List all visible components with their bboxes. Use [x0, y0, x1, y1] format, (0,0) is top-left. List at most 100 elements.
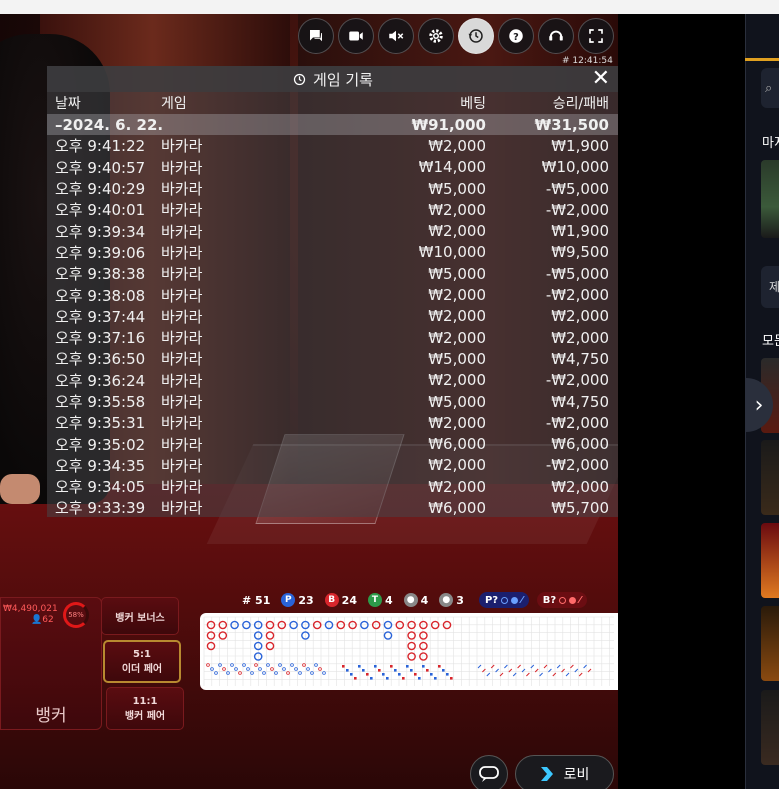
derived-road-mark [214, 671, 218, 675]
history-title: 게임 기록 [313, 70, 373, 89]
history-row[interactable]: 오후 9:38:38 바카라 ₩5,000 -₩5,000 [47, 263, 618, 284]
row-game: 바카라 [161, 393, 203, 411]
history-row[interactable]: 오후 9:37:16 바카라 ₩2,000 ₩2,000 [47, 327, 618, 348]
derived-road-mark [526, 672, 530, 677]
row-bet: ₩2,000 [428, 456, 486, 475]
history-row[interactable]: 오후 9:40:01 바카라 ₩2,000 -₩2,000 [47, 199, 618, 220]
row-winloss: -₩5,000 [545, 179, 609, 198]
banker-predict-button[interactable]: B? ⁄ [536, 592, 587, 608]
history-row[interactable]: 오후 9:40:29 바카라 ₩5,000 -₩5,000 [47, 178, 618, 199]
row-winloss: ₩5,700 [551, 498, 609, 517]
banker-bonus-bet[interactable]: 뱅커 보너스 [101, 597, 179, 635]
derived-road-mark [222, 667, 226, 671]
derived-road-mark [477, 664, 482, 669]
game-thumbnail[interactable] [761, 690, 779, 765]
history-row[interactable]: 오후 9:39:06 바카라 ₩10,000 ₩9,500 [47, 242, 618, 263]
close-icon[interactable]: ✕ [592, 68, 610, 90]
road-bead [253, 641, 263, 651]
history-header: 게임 기록 ✕ [47, 66, 618, 92]
history-row[interactable]: 오후 9:35:58 바카라 ₩5,000 ₩4,750 [47, 391, 618, 412]
row-winloss: ₩4,750 [551, 392, 609, 411]
row-bet: ₩2,000 [428, 136, 486, 155]
row-bet: ₩2,000 [428, 477, 486, 496]
road-scoreboard[interactable] [200, 613, 618, 690]
game-thumbnail[interactable] [761, 523, 779, 598]
dealer-arm [0, 474, 40, 504]
history-row[interactable]: 오후 9:36:50 바카라 ₩5,000 ₩4,750 [47, 348, 618, 369]
derived-road-mark [342, 665, 345, 668]
banker-bet-spot[interactable]: ₩4,490,021 👤62 58% 뱅커 [0, 597, 102, 730]
chat-button[interactable] [298, 18, 334, 54]
fullscreen-button[interactable] [578, 18, 614, 54]
banker-total-bet: ₩4,490,021 [3, 604, 58, 614]
support-button[interactable] [538, 18, 574, 54]
chat-toggle-button[interactable] [470, 755, 508, 789]
row-winloss: -₩2,000 [545, 200, 609, 219]
settings-button[interactable] [418, 18, 454, 54]
game-thumbnail[interactable] [761, 440, 779, 515]
video-button[interactable] [338, 18, 374, 54]
summary-bet: ₩91,000 [411, 115, 486, 134]
derived-road-mark [414, 673, 417, 676]
row-time: 오후 9:37:16 [55, 329, 146, 348]
derived-road-mark [450, 677, 453, 680]
history-row[interactable]: 오후 9:35:02 바카라 ₩6,000 ₩6,000 [47, 433, 618, 454]
player-badge: P [281, 593, 296, 607]
derived-road-mark [406, 665, 409, 668]
row-bet: ₩10,000 [418, 243, 486, 262]
row-winloss: ₩10,000 [541, 158, 609, 177]
derived-road-mark [350, 673, 353, 676]
history-row[interactable]: 오후 9:37:44 바카라 ₩2,000 ₩2,000 [47, 306, 618, 327]
banker-bonus-label: 뱅커 보너스 [115, 612, 165, 624]
browser-top-strip [0, 0, 779, 14]
predict-slash: ⁄ [521, 594, 523, 606]
help-button[interactable]: ? [498, 18, 534, 54]
player-predict-button[interactable]: P? ⁄ [478, 592, 529, 608]
derived-road-mark [539, 672, 543, 677]
row-winloss: ₩4,750 [551, 349, 609, 368]
derived-road-mark [438, 665, 441, 668]
derived-road-mark [446, 673, 449, 676]
row-game: 바카라 [161, 180, 203, 199]
side-filter-button[interactable]: 제 [761, 266, 779, 308]
history-row[interactable]: 오후 9:41:22 바카라 ₩2,000 ₩1,900 [47, 135, 618, 156]
lobby-label: 로비 [563, 767, 590, 783]
derived-road-mark [366, 673, 369, 676]
derived-road-mark [386, 677, 389, 680]
help-icon: ? [509, 29, 523, 43]
banker-pair-icon: ● [439, 593, 454, 607]
lobby-button[interactable]: 로비 [515, 755, 614, 789]
history-button[interactable] [458, 18, 494, 54]
history-row[interactable]: 오후 9:34:35 바카라 ₩2,000 -₩2,000 [47, 455, 618, 476]
row-time: 오후 9:35:02 [55, 435, 146, 454]
tie-count: 4 [384, 593, 393, 607]
derived-road-mark [298, 671, 302, 675]
history-row[interactable]: 오후 9:36:24 바카라 ₩2,000 -₩2,000 [47, 370, 618, 391]
history-date-summary[interactable]: –2024. 6. 22. ₩91,000 ₩31,500 [47, 114, 618, 136]
history-row[interactable]: 오후 9:34:05 바카라 ₩2,000 ₩2,000 [47, 476, 618, 497]
row-time: 오후 9:40:57 [55, 158, 146, 177]
fullscreen-icon [589, 29, 603, 43]
row-time: 오후 9:35:31 [55, 414, 146, 433]
history-row[interactable]: 오후 9:38:08 바카라 ₩2,000 -₩2,000 [47, 284, 618, 305]
derived-road-mark [382, 673, 385, 676]
row-game: 바카라 [161, 222, 203, 241]
history-row[interactable]: 오후 9:33:39 바카라 ₩6,000 ₩5,700 [47, 497, 618, 518]
history-row[interactable]: 오후 9:39:34 바카라 ₩2,000 ₩1,900 [47, 220, 618, 241]
mute-button[interactable] [378, 18, 414, 54]
row-game: 바카라 [161, 265, 203, 284]
game-thumbnail[interactable] [761, 606, 779, 681]
search-icon[interactable]: ⌕ [761, 68, 779, 108]
either-pair-odds: 5:1 [133, 648, 151, 660]
banker-pair-bet[interactable]: 11:1 뱅커 페어 [106, 687, 184, 730]
row-game: 바카라 [161, 201, 203, 220]
row-time: 오후 9:36:24 [55, 371, 146, 390]
either-pair-bet[interactable]: 5:1 이더 페어 [103, 640, 181, 683]
derived-road-mark [517, 664, 521, 669]
row-bet: ₩14,000 [418, 158, 486, 177]
row-game: 바카라 [161, 350, 203, 369]
row-game: 바카라 [161, 435, 203, 454]
game-thumbnail[interactable] [761, 160, 779, 238]
history-row[interactable]: 오후 9:35:31 바카라 ₩2,000 -₩2,000 [47, 412, 618, 433]
history-row[interactable]: 오후 9:40:57 바카라 ₩14,000 ₩10,000 [47, 157, 618, 178]
